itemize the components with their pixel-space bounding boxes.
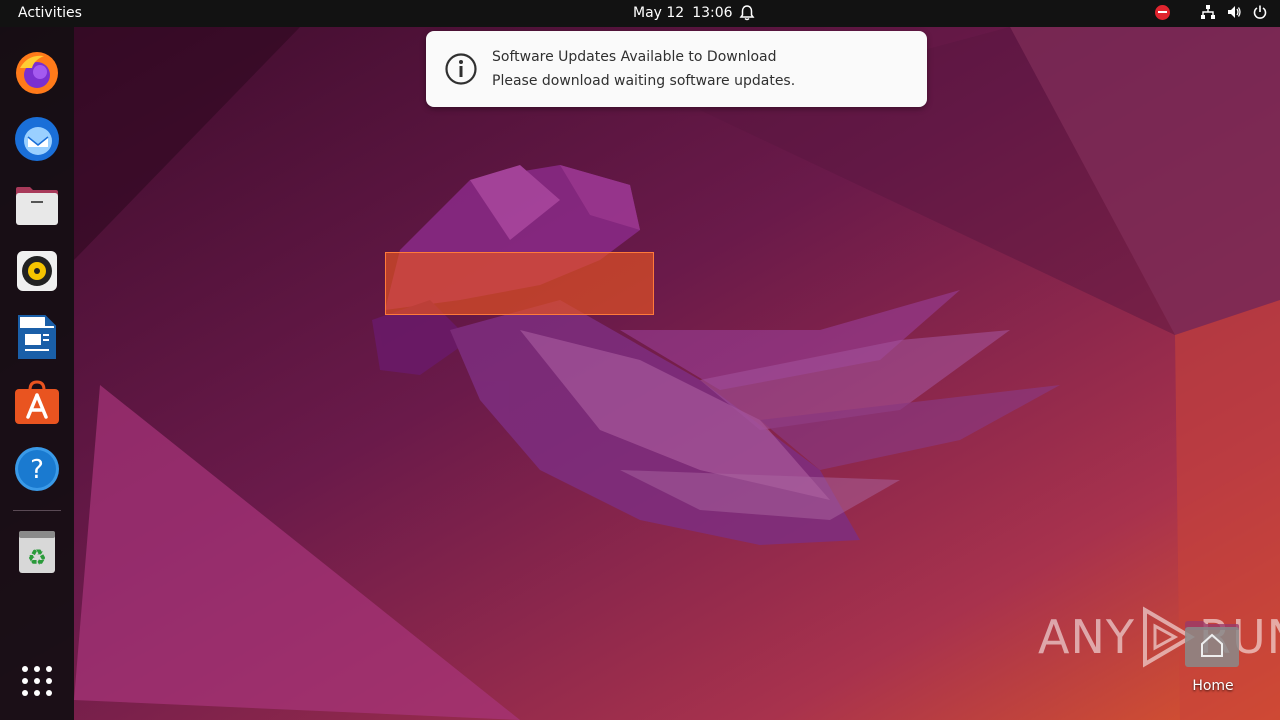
help-icon: ? <box>15 447 59 491</box>
thunderbird-icon <box>15 117 59 161</box>
dock-item-libreoffice-writer[interactable] <box>13 313 61 361</box>
app-grid-icon <box>22 666 52 696</box>
selection-highlight <box>385 252 654 315</box>
trash-icon: ♻ <box>19 531 55 573</box>
ubuntu-software-icon <box>15 380 59 424</box>
date-label: May 12 <box>633 5 685 21</box>
do-not-disturb-icon[interactable] <box>1155 4 1170 20</box>
info-icon <box>445 53 477 85</box>
firefox-icon <box>16 52 58 94</box>
home-folder-label: Home <box>1192 678 1234 694</box>
dock-item-rhythmbox[interactable] <box>13 247 61 295</box>
system-tray[interactable] <box>1155 4 1268 20</box>
svg-text:?: ? <box>30 455 44 485</box>
clock-button[interactable]: May 12 13:06 <box>633 5 733 21</box>
volume-icon[interactable] <box>1226 4 1242 20</box>
libreoffice-writer-icon <box>18 315 56 359</box>
home-folder-icon[interactable] <box>1183 618 1241 668</box>
top-bar: Activities May 12 13:06 <box>0 0 1280 27</box>
files-icon <box>16 187 58 225</box>
watermark: ANY RUN <box>1038 606 1280 668</box>
time-label: 13:06 <box>692 5 733 21</box>
dock-item-files[interactable] <box>13 181 61 229</box>
dock: ? ♻ <box>0 27 74 720</box>
watermark-left-text: ANY <box>1038 610 1135 664</box>
rhythmbox-icon <box>17 251 57 291</box>
notification-body: Please download waiting software updates… <box>492 73 796 89</box>
dock-item-thunderbird[interactable] <box>13 115 61 163</box>
notification-banner[interactable]: Software Updates Available to Download P… <box>426 31 927 107</box>
network-icon[interactable] <box>1200 4 1216 20</box>
dock-item-help[interactable]: ? <box>13 445 61 493</box>
activities-button[interactable]: Activities <box>18 5 82 21</box>
svg-text:♻: ♻ <box>27 546 47 571</box>
dock-item-firefox[interactable] <box>13 49 61 97</box>
dock-separator <box>13 510 61 511</box>
dock-item-ubuntu-software[interactable] <box>13 379 61 427</box>
dock-item-trash[interactable]: ♻ <box>13 528 61 576</box>
notification-title: Software Updates Available to Download <box>492 49 777 65</box>
show-applications-button[interactable] <box>13 657 61 705</box>
power-icon[interactable] <box>1252 4 1268 20</box>
notification-bell-icon[interactable] <box>738 4 756 22</box>
